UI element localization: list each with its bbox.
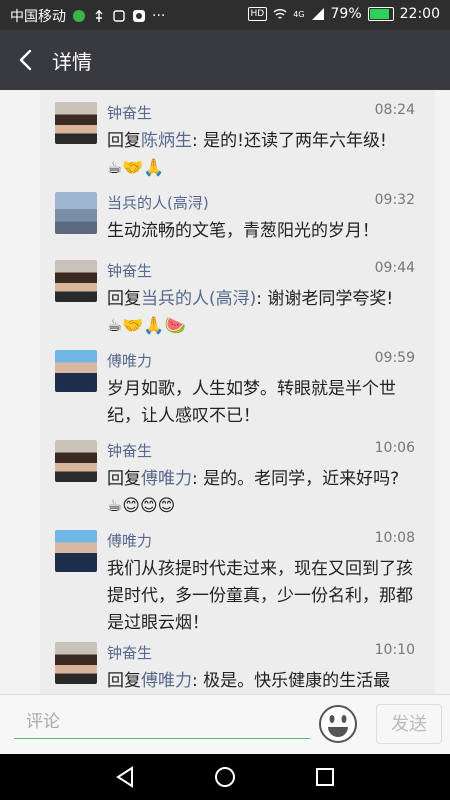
nav-home-icon[interactable] — [214, 766, 236, 788]
battery-fill — [369, 9, 389, 19]
reply-prefix: 回复 — [107, 671, 141, 691]
comment-time: 09:32 — [374, 192, 415, 208]
avatar[interactable] — [55, 440, 97, 482]
avatar[interactable] — [55, 192, 97, 234]
usb-icon — [95, 10, 103, 22]
comment-input[interactable]: 评论 — [14, 705, 310, 739]
comment-body-text: : 谢谢老同学夸奖! — [256, 289, 394, 309]
comment-time: 08:24 — [374, 102, 415, 118]
comment-list: 钟奋生 08:24 回复陈炳生: 是的!还读了两年六年级!☕🤝🙏 当兵的人(高浔… — [40, 90, 435, 694]
comment-time: 10:06 — [374, 440, 415, 456]
avatar[interactable] — [55, 642, 97, 684]
comment-author[interactable]: 钟奋生 — [107, 642, 152, 663]
comment-area[interactable]: 钟奋生 08:24 回复陈炳生: 是的!还读了两年六年级!☕🤝🙏 当兵的人(高浔… — [0, 90, 450, 694]
system-nav-bar — [0, 754, 450, 800]
comment-author[interactable]: 钟奋生 — [107, 260, 152, 281]
title-bar: 详情 — [0, 30, 450, 90]
comment-author[interactable]: 当兵的人(高浔) — [107, 192, 209, 213]
avatar[interactable] — [55, 530, 97, 572]
comment-text: 岁月如歌，人生如梦。转眼就是半个世纪，让人感叹不已！ — [107, 376, 415, 430]
comment-time: 10:08 — [374, 530, 415, 546]
battery-percent: 79% — [330, 6, 362, 22]
wifi-icon — [273, 9, 287, 19]
comment-body-text: : 是的。老同学，近来好吗? — [192, 469, 400, 489]
hd-badge: HD — [247, 7, 268, 21]
battery-icon — [367, 7, 394, 21]
comment-author[interactable]: 钟奋生 — [107, 102, 152, 123]
more-notifications-icon: ··· — [152, 8, 166, 24]
comment-text: 我们从孩提时代走过来，现在又回到了孩提时代，多一份童真，少一份名利，那都是过眼云… — [107, 556, 415, 637]
comment-text: 回复傅唯力: 是的。老同学，近来好吗? ☕😊😊😊 — [107, 466, 415, 520]
emoji-sticker-icons: ☕🤝🙏 — [107, 158, 165, 178]
comment-body-text: : 极是。快乐健康的生活最 — [192, 671, 391, 691]
nav-recents-icon[interactable] — [314, 766, 336, 788]
comment-time: 10:10 — [374, 642, 415, 658]
reply-to-name[interactable]: 当兵的人(高浔) — [141, 289, 256, 309]
comment-body-text: 岁月如歌，人生如梦。转眼就是半个世纪，让人感叹不已！ — [107, 379, 396, 426]
status-bar: 中国移动 ··· HD 4G 79% 22:00 — [0, 0, 450, 30]
reply-prefix: 回复 — [107, 289, 141, 309]
shield-icon — [73, 10, 85, 22]
clock: 22:00 — [399, 6, 440, 22]
reply-to-name[interactable]: 傅唯力 — [141, 469, 192, 489]
comment-input-bar: 评论 发送 — [0, 694, 450, 755]
comment-body-text: 我们从孩提时代走过来，现在又回到了孩提时代，多一份童真，少一份名利，那都是过眼云… — [107, 559, 413, 633]
page-title: 详情 — [52, 50, 92, 74]
emoji-icon[interactable] — [318, 704, 358, 744]
notification-icon — [113, 10, 125, 22]
app-notification-icon — [133, 10, 145, 22]
send-button[interactable]: 发送 — [376, 704, 442, 744]
comment-text: 生动流畅的文笔，青葱阳光的岁月！ — [107, 218, 415, 245]
comment-author[interactable]: 钟奋生 — [107, 440, 152, 461]
comment-text: 回复傅唯力: 极是。快乐健康的生活最 — [107, 668, 415, 694]
reply-prefix: 回复 — [107, 469, 141, 489]
comment-text: 回复当兵的人(高浔): 谢谢老同学夸奖! ☕🤝🙏🍉 — [107, 286, 415, 340]
signal-icon — [311, 8, 324, 20]
nav-back-icon[interactable] — [114, 766, 136, 788]
comment-author[interactable]: 傅唯力 — [107, 350, 152, 371]
comment-body-text: 生动流畅的文笔，青葱阳光的岁月！ — [107, 221, 379, 241]
comment-time: 09:44 — [374, 260, 415, 276]
network-type: 4G — [293, 9, 305, 19]
carrier-label: 中国移动 — [10, 9, 66, 25]
comment-author[interactable]: 傅唯力 — [107, 530, 152, 551]
comment-text: 回复陈炳生: 是的!还读了两年六年级! ☕🤝🙏 — [107, 128, 415, 182]
reply-to-name[interactable]: 陈炳生 — [141, 131, 192, 151]
avatar[interactable] — [55, 350, 97, 392]
avatar[interactable] — [55, 260, 97, 302]
avatar[interactable] — [55, 102, 97, 144]
reply-to-name[interactable]: 傅唯力 — [141, 671, 192, 691]
emoji-sticker-icons: ☕🤝🙏🍉 — [107, 316, 186, 336]
back-arrow-icon[interactable] — [14, 47, 40, 73]
comment-time: 09:59 — [374, 350, 415, 366]
reply-prefix: 回复 — [107, 131, 141, 151]
comment-body-text: : 是的!还读了两年六年级! — [192, 131, 387, 151]
emoji-sticker-icons: ☕😊😊😊 — [107, 496, 176, 516]
